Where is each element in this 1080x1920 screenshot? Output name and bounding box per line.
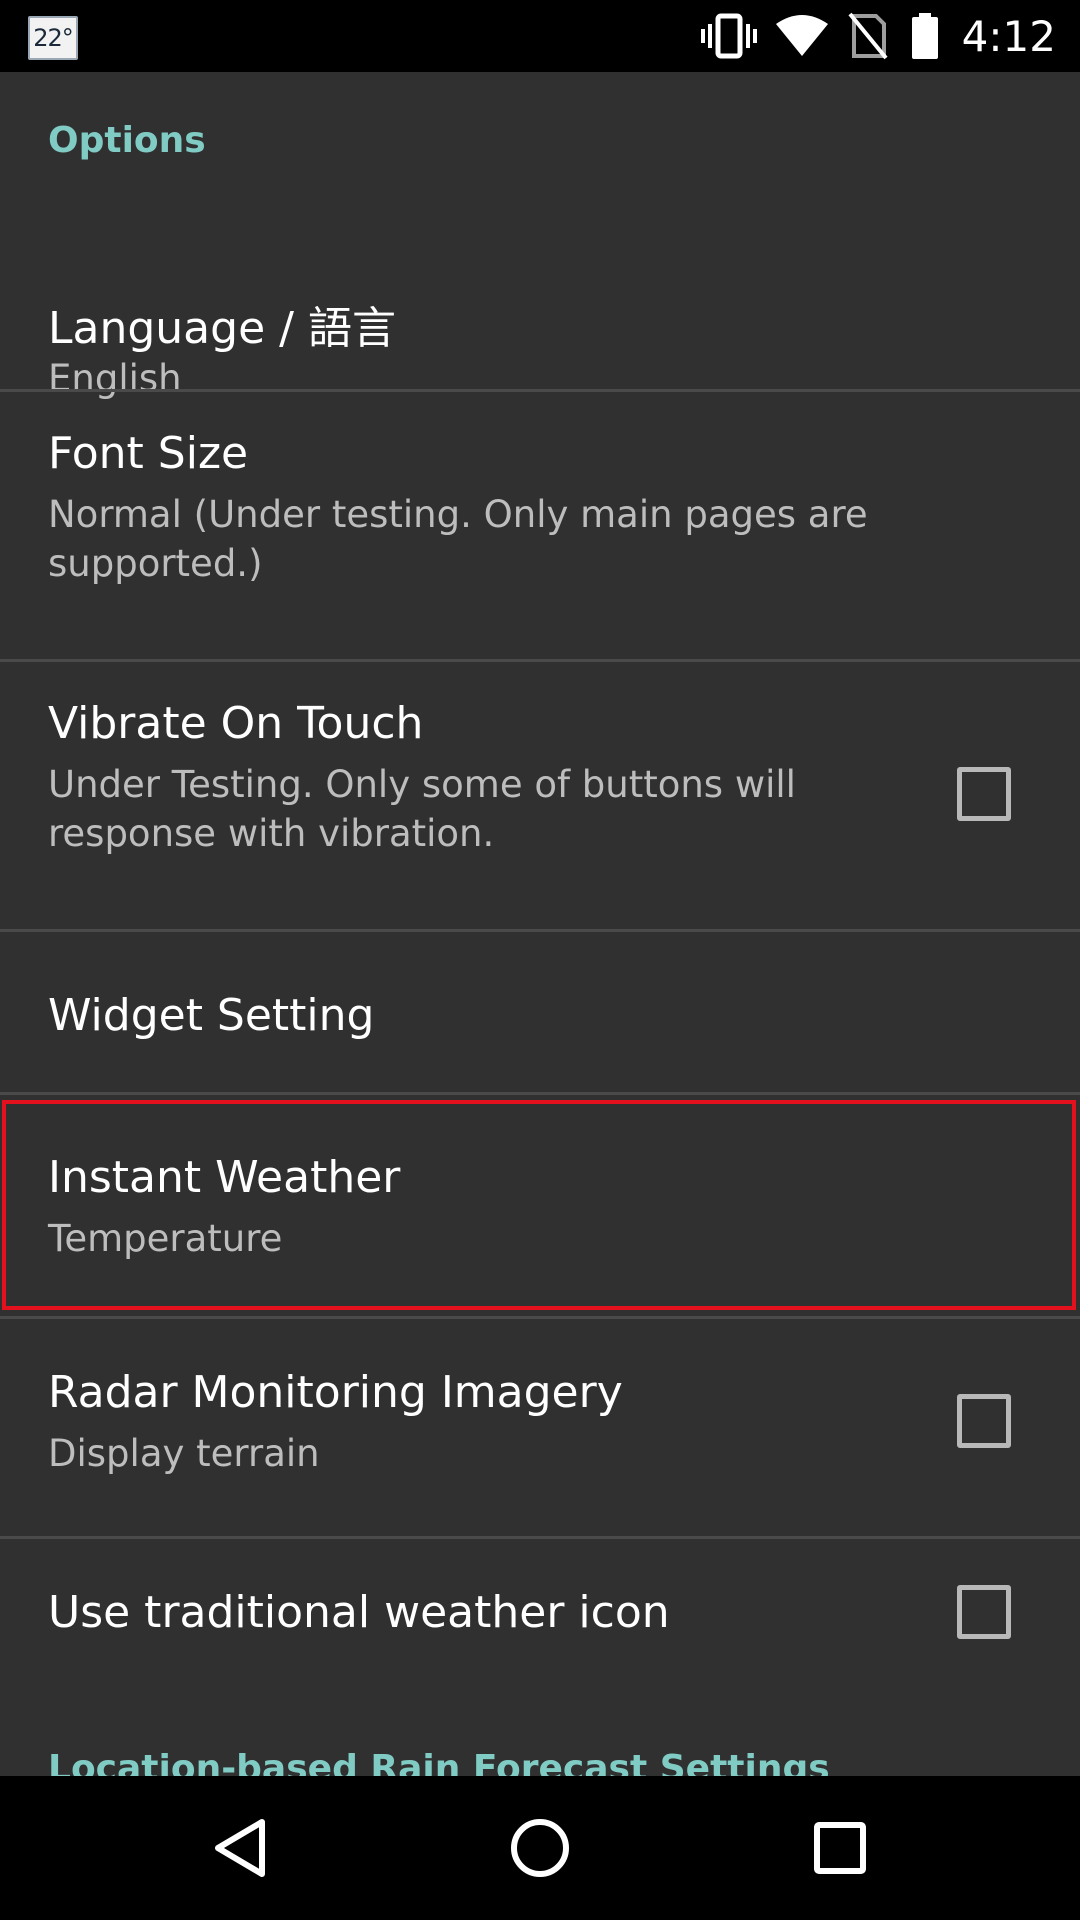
pref-title: Use traditional weather icon	[48, 1587, 670, 1638]
pref-title: Widget Setting	[48, 990, 375, 1041]
pref-widget-setting[interactable]: Widget Setting	[0, 932, 1080, 1092]
pref-vibrate-on-touch[interactable]: Vibrate On Touch Under Testing. Only som…	[0, 662, 1080, 932]
pref-summary: Normal (Under testing. Only main pages a…	[48, 493, 868, 585]
wifi-icon	[775, 15, 828, 56]
clock: 4:12	[961, 11, 1056, 61]
pref-title: Font Size	[48, 428, 249, 479]
vibrate-icon	[700, 13, 757, 59]
battery-icon	[911, 13, 938, 59]
home-button[interactable]	[460, 1776, 620, 1920]
preferences-list[interactable]: Options Language / 語言 English Font Size …	[0, 72, 1080, 1776]
home-icon	[511, 1819, 569, 1877]
pref-traditional-weather-icon[interactable]: Use traditional weather icon	[0, 1539, 1080, 1709]
no-sim-icon	[848, 12, 888, 60]
back-icon	[215, 1819, 265, 1877]
pref-font-size[interactable]: Font Size Normal (Under testing. Only ma…	[0, 392, 1080, 662]
options-section-header: Options	[48, 120, 206, 161]
vibrate-checkbox[interactable]	[957, 767, 1011, 821]
recents-icon	[814, 1822, 866, 1874]
status-icons: 4:12	[700, 0, 1056, 72]
pref-summary: Display terrain	[48, 1432, 320, 1475]
selection-highlight	[2, 1100, 1076, 1310]
temperature-notification-icon: 22°	[28, 16, 78, 60]
pref-title: Vibrate On Touch	[48, 698, 424, 749]
pref-radar-monitoring-imagery[interactable]: Radar Monitoring Imagery Display terrain	[0, 1319, 1080, 1539]
settings-screen: 22° 4:12 Options Language / 語言 English F…	[0, 0, 1080, 1920]
traditional-icon-checkbox[interactable]	[957, 1585, 1011, 1639]
pref-summary: Under Testing. Only some of buttons will…	[48, 763, 796, 855]
recents-button[interactable]	[760, 1776, 920, 1920]
pref-title: Radar Monitoring Imagery	[48, 1367, 623, 1418]
back-button[interactable]	[160, 1776, 320, 1920]
rain-forecast-section-header: Location-based Rain Forecast Settings	[48, 1748, 830, 1776]
navigation-bar	[0, 1776, 1080, 1920]
status-bar: 22° 4:12	[0, 0, 1080, 72]
divider	[0, 1092, 1080, 1095]
radar-terrain-checkbox[interactable]	[957, 1394, 1011, 1448]
pref-title: Language / 語言	[48, 303, 396, 354]
